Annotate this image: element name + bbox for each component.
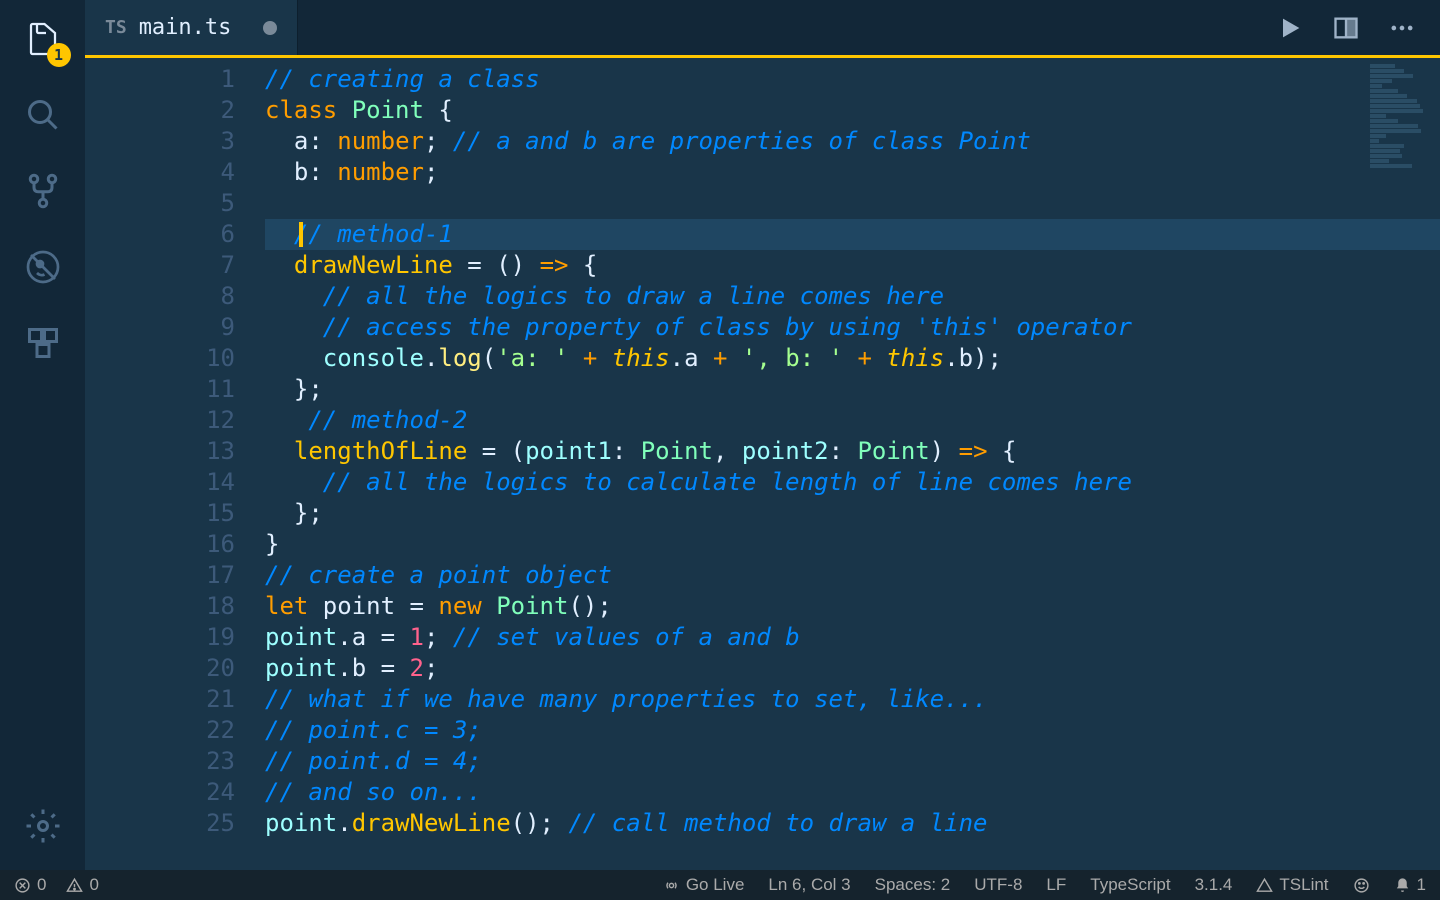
tab-bar: TS main.ts [85, 0, 1440, 55]
code-line[interactable]: // method-1 [265, 219, 1440, 250]
code-line[interactable]: class Point { [265, 95, 1440, 126]
status-feedback-icon[interactable] [1353, 877, 1370, 894]
minimap[interactable] [1370, 64, 1432, 184]
tab-actions [1276, 14, 1440, 42]
status-eol[interactable]: LF [1046, 875, 1066, 895]
tab-main-ts[interactable]: TS main.ts [85, 0, 298, 55]
debug-icon[interactable] [19, 243, 67, 291]
editor-area: TS main.ts 12345678910111213141516171819… [85, 0, 1440, 870]
search-icon[interactable] [19, 91, 67, 139]
settings-gear-icon[interactable] [19, 802, 67, 850]
code-line[interactable]: // all the logics to draw a line comes h… [265, 281, 1440, 312]
line-number: 5 [85, 188, 235, 219]
code-line[interactable]: point.a = 1; // set values of a and b [265, 622, 1440, 653]
code-line[interactable]: drawNewLine = () => { [265, 250, 1440, 281]
code-line[interactable]: }; [265, 374, 1440, 405]
line-number: 8 [85, 281, 235, 312]
code-editor[interactable]: 1234567891011121314151617181920212223242… [85, 55, 1440, 870]
line-number: 17 [85, 560, 235, 591]
status-warnings[interactable]: 0 [66, 875, 98, 895]
tab-dirty-indicator [263, 21, 277, 35]
line-number: 9 [85, 312, 235, 343]
code-line[interactable]: // method-2 [265, 405, 1440, 436]
line-number: 18 [85, 591, 235, 622]
line-number: 10 [85, 343, 235, 374]
status-language[interactable]: TypeScript [1090, 875, 1170, 895]
extensions-icon[interactable] [19, 319, 67, 367]
line-number: 23 [85, 746, 235, 777]
line-number: 16 [85, 529, 235, 560]
code-line[interactable]: // all the logics to calculate length of… [265, 467, 1440, 498]
line-number: 25 [85, 808, 235, 839]
code-line[interactable]: // create a point object [265, 560, 1440, 591]
split-editor-icon[interactable] [1332, 14, 1360, 42]
code-line[interactable]: // creating a class [265, 64, 1440, 95]
code-line[interactable]: // point.d = 4; [265, 746, 1440, 777]
status-notifications-icon[interactable]: 1 [1394, 875, 1426, 895]
code-line[interactable]: point.b = 2; [265, 653, 1440, 684]
code-line[interactable]: console.log('a: ' + this.a + ', b: ' + t… [265, 343, 1440, 374]
status-cursor-position[interactable]: Ln 6, Col 3 [768, 875, 850, 895]
code-line[interactable]: // what if we have many properties to se… [265, 684, 1440, 715]
explorer-badge: 1 [47, 43, 71, 67]
line-number: 14 [85, 467, 235, 498]
status-golive[interactable]: Go Live [663, 875, 745, 895]
explorer-icon[interactable]: 1 [19, 15, 67, 63]
code-line[interactable]: let point = new Point(); [265, 591, 1440, 622]
code-line[interactable]: point.drawNewLine(); // call method to d… [265, 808, 1440, 839]
code-line[interactable]: // point.c = 3; [265, 715, 1440, 746]
more-icon[interactable] [1388, 14, 1416, 42]
code-line[interactable] [265, 188, 1440, 219]
main-area: 1 TS main.ts [0, 0, 1440, 870]
code-line[interactable]: } [265, 529, 1440, 560]
run-icon[interactable] [1276, 14, 1304, 42]
line-number: 12 [85, 405, 235, 436]
tab-filename: main.ts [139, 15, 232, 40]
line-number: 22 [85, 715, 235, 746]
line-number-gutter: 1234567891011121314151617181920212223242… [85, 58, 265, 870]
line-number: 21 [85, 684, 235, 715]
code-line[interactable]: }; [265, 498, 1440, 529]
activity-bar: 1 [0, 0, 85, 870]
line-number: 11 [85, 374, 235, 405]
line-number: 20 [85, 653, 235, 684]
source-control-icon[interactable] [19, 167, 67, 215]
status-ts-version[interactable]: 3.1.4 [1195, 875, 1233, 895]
tab-language-badge: TS [105, 17, 127, 38]
code-line[interactable]: b: number; [265, 157, 1440, 188]
line-number: 7 [85, 250, 235, 281]
code-line[interactable]: a: number; // a and b are properties of … [265, 126, 1440, 157]
code-content[interactable]: // creating a classclass Point { a: numb… [265, 58, 1440, 870]
line-number: 1 [85, 64, 235, 95]
line-number: 15 [85, 498, 235, 529]
status-linter[interactable]: TSLint [1256, 875, 1328, 895]
status-indentation[interactable]: Spaces: 2 [875, 875, 951, 895]
line-number: 24 [85, 777, 235, 808]
line-number: 13 [85, 436, 235, 467]
line-number: 3 [85, 126, 235, 157]
code-line[interactable]: // access the property of class by using… [265, 312, 1440, 343]
line-number: 4 [85, 157, 235, 188]
code-line[interactable]: // and so on... [265, 777, 1440, 808]
status-errors[interactable]: 0 [14, 875, 46, 895]
status-bar: 0 0 Go Live Ln 6, Col 3 Spaces: 2 UTF-8 … [0, 870, 1440, 900]
code-line[interactable]: lengthOfLine = (point1: Point, point2: P… [265, 436, 1440, 467]
status-encoding[interactable]: UTF-8 [974, 875, 1022, 895]
line-number: 2 [85, 95, 235, 126]
line-number: 19 [85, 622, 235, 653]
line-number: 6 [85, 219, 235, 250]
